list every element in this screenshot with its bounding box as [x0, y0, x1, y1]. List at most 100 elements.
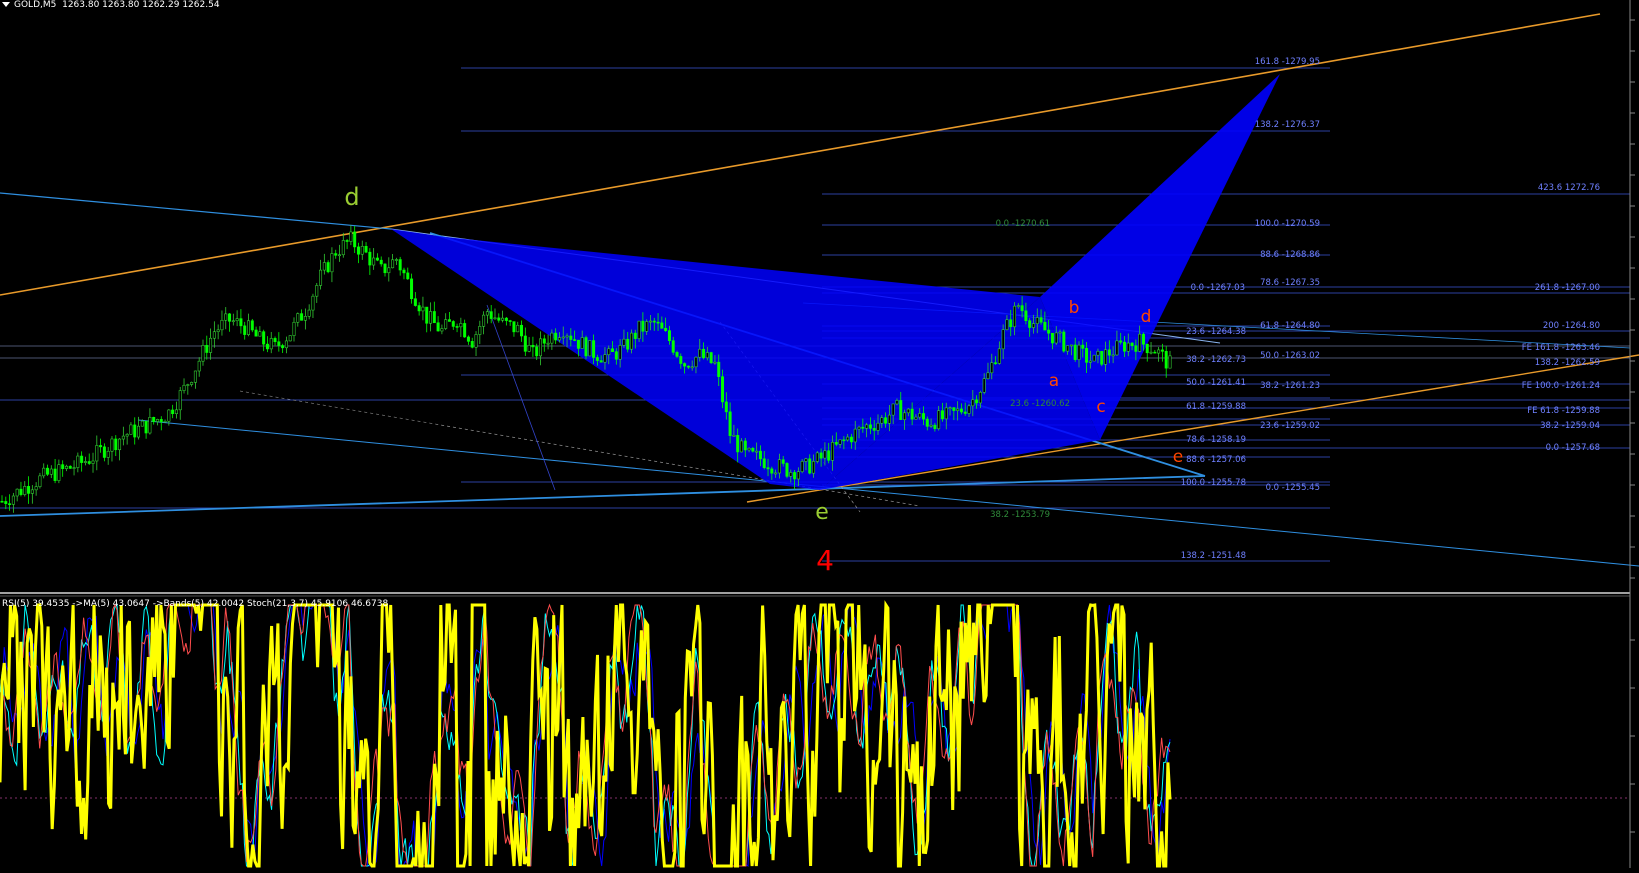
candle-body — [144, 420, 148, 434]
candle-body — [512, 321, 516, 333]
candle-body — [504, 317, 508, 321]
candle-body — [72, 467, 76, 469]
candle-body — [789, 472, 793, 477]
candle-body — [470, 341, 474, 348]
collapse-icon[interactable] — [2, 2, 10, 7]
wave-label: c — [1096, 397, 1105, 417]
candle-body — [739, 440, 743, 453]
candle-body — [758, 450, 762, 460]
candle-body — [967, 405, 971, 414]
candle-body — [527, 344, 531, 352]
fib-label: 423.6 1272.76 — [1538, 183, 1600, 193]
candle-body — [671, 340, 675, 353]
symbol-title: GOLD,M5 — [14, 0, 57, 10]
candle-body — [319, 269, 323, 286]
candle-body — [713, 361, 717, 364]
candle-body — [903, 412, 907, 420]
candle-body — [796, 471, 800, 480]
candle-body — [679, 356, 683, 364]
candle-body — [83, 461, 87, 463]
candle-body — [626, 338, 630, 350]
candle-body — [193, 370, 197, 383]
candle-body — [872, 428, 876, 431]
candle-body — [368, 251, 372, 266]
candle-body — [174, 409, 178, 415]
candle-body — [595, 357, 599, 361]
candle-body — [133, 424, 137, 438]
candle-body — [800, 461, 804, 472]
fib-label: 23.6 -1264.38 — [1186, 327, 1246, 337]
fib-label: 61.8 -1264.80 — [1260, 321, 1320, 331]
candle-body — [330, 253, 334, 273]
wave-label: d — [344, 183, 359, 211]
fib-label: 38.2 -1261.23 — [1260, 381, 1320, 391]
candle-body — [887, 414, 891, 424]
candle-body — [1039, 317, 1043, 323]
candle-body — [220, 319, 224, 331]
candle-body — [770, 468, 774, 474]
candle-body — [114, 438, 118, 451]
fib-label: 0.0 -1255.45 — [1266, 483, 1320, 493]
candle-body — [565, 335, 569, 338]
candle-body — [614, 351, 618, 360]
candle-body — [1100, 350, 1104, 365]
candle-body — [432, 311, 436, 324]
candle-body — [341, 240, 345, 256]
candle-body — [508, 320, 512, 322]
candle-body — [1088, 360, 1092, 363]
candle-body — [743, 440, 747, 451]
candle-body — [599, 360, 603, 363]
candle-body — [258, 331, 262, 337]
candle-body — [474, 334, 478, 348]
candle-body — [1020, 305, 1024, 312]
candle-body — [463, 323, 467, 338]
candle-body — [201, 345, 205, 362]
candle-body — [15, 488, 19, 497]
candle-body — [0, 500, 4, 503]
candle-body — [485, 311, 489, 316]
candle-body — [110, 438, 114, 452]
candle-body — [216, 329, 220, 333]
candle-body — [296, 313, 300, 323]
candle-body — [1035, 317, 1039, 324]
candle-body — [167, 409, 171, 422]
candle-body — [1130, 342, 1134, 347]
candle-body — [664, 327, 668, 331]
candle-body — [1081, 344, 1085, 349]
candle-body — [717, 361, 721, 377]
candle-body — [334, 253, 338, 256]
candle-body — [944, 407, 948, 420]
candle-body — [235, 318, 239, 322]
candle-body — [42, 467, 46, 477]
candle-body — [880, 417, 884, 424]
candle-body — [250, 320, 254, 331]
candle-body — [523, 335, 527, 352]
candle-body — [413, 298, 417, 306]
candle-body — [246, 320, 250, 335]
candle-body — [125, 434, 129, 437]
candle-body — [868, 424, 872, 429]
candle-body — [986, 372, 990, 380]
candle-body — [1050, 332, 1054, 344]
candle-body — [68, 465, 72, 469]
candle-body — [550, 332, 554, 344]
candle-body — [933, 424, 937, 429]
candle-body — [690, 366, 694, 369]
candle-body — [80, 455, 84, 463]
candle-body — [994, 362, 998, 365]
candle-body — [455, 326, 459, 328]
candle-body — [228, 313, 232, 322]
candle-body — [1126, 342, 1130, 352]
candle-body — [118, 438, 122, 451]
candle-body — [497, 317, 501, 321]
candle-body — [630, 332, 634, 350]
candle-body — [8, 503, 12, 505]
candle-body — [349, 231, 353, 242]
price-chart[interactable]: 161.8 -1279.95 138.2 -1276.37 423.6 1272.7… — [0, 0, 1639, 868]
candle-body — [152, 416, 156, 422]
candle-body — [1092, 354, 1096, 362]
chart-window[interactable]: 161.8 -1279.95 138.2 -1276.37 423.6 1272.7… — [0, 0, 1639, 868]
candle-body — [849, 436, 853, 443]
candle-body — [929, 424, 933, 427]
candle-body — [804, 458, 808, 462]
